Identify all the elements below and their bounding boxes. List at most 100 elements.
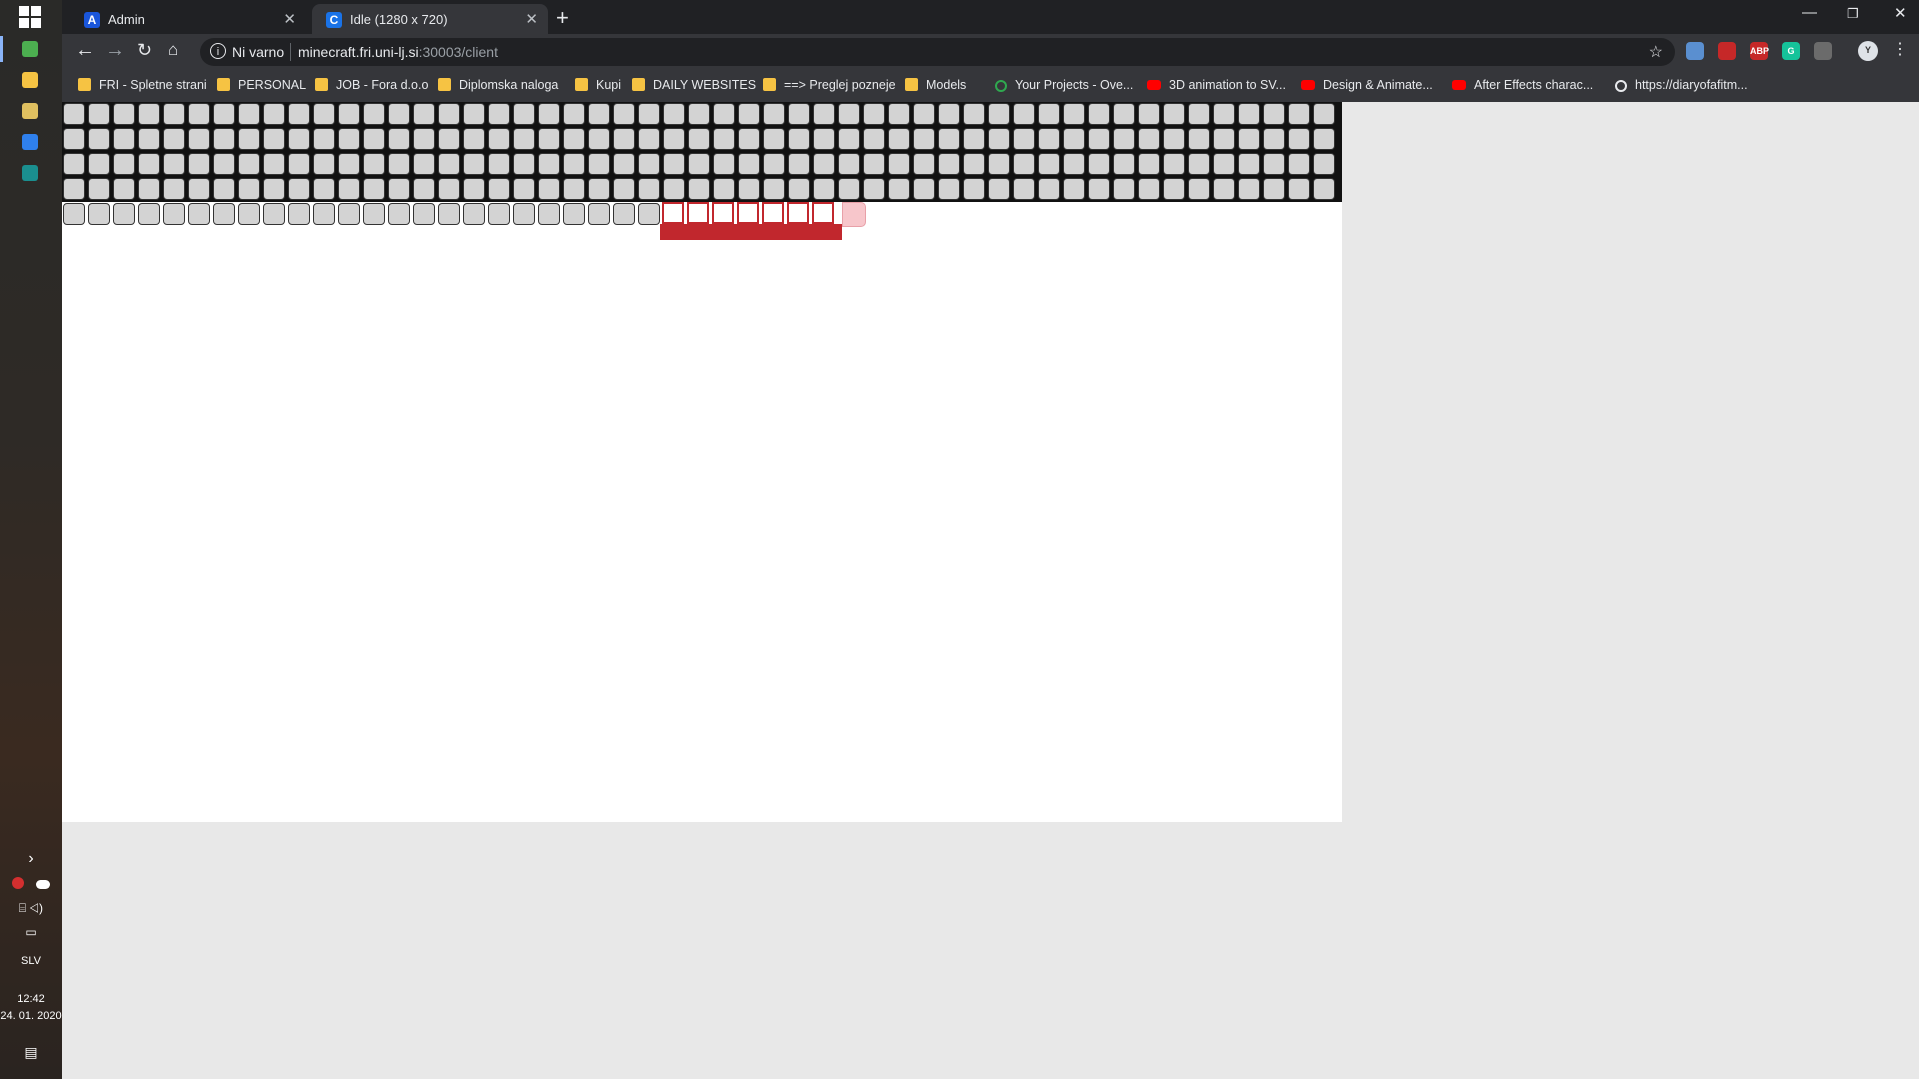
inventory-slot[interactable]	[1288, 128, 1310, 150]
inventory-slot[interactable]	[1263, 153, 1285, 175]
bookmark-star-icon[interactable]: ☆	[1649, 42, 1663, 62]
inventory-slot[interactable]	[263, 103, 285, 125]
inventory-slot[interactable]	[413, 103, 435, 125]
inventory-slot[interactable]	[1013, 128, 1035, 150]
inventory-slot[interactable]	[688, 153, 710, 175]
inventory-slot[interactable]	[88, 128, 110, 150]
inventory-slot[interactable]	[638, 203, 660, 225]
inventory-slot[interactable]	[1113, 103, 1135, 125]
bookmark-item[interactable]: Diplomska naloga	[438, 78, 558, 92]
inventory-slot[interactable]	[738, 153, 760, 175]
hotbar-slot-5[interactable]	[787, 202, 809, 224]
inventory-slot[interactable]	[938, 178, 960, 200]
inventory-slot[interactable]	[388, 178, 410, 200]
inventory-slot[interactable]	[763, 128, 785, 150]
inventory-slot[interactable]	[788, 178, 810, 200]
inventory-slot[interactable]	[438, 128, 460, 150]
inventory-slot[interactable]	[538, 203, 560, 225]
inventory-slot[interactable]	[813, 178, 835, 200]
bookmark-item[interactable]: ==> Preglej pozneje	[763, 78, 896, 92]
new-tab-button[interactable]: +	[556, 5, 569, 31]
restore-button[interactable]: ❐	[1847, 6, 1859, 22]
inventory-slot[interactable]	[488, 128, 510, 150]
inventory-slot[interactable]	[1088, 178, 1110, 200]
inventory-slot[interactable]	[213, 178, 235, 200]
inventory-slot[interactable]	[863, 128, 885, 150]
bookmark-item[interactable]: 3D animation to SV...	[1147, 78, 1286, 92]
inventory-slot[interactable]	[963, 103, 985, 125]
inventory-slot[interactable]	[413, 178, 435, 200]
inventory-slot[interactable]	[388, 153, 410, 175]
bookmark-item[interactable]: After Effects charac...	[1452, 78, 1593, 92]
inventory-slot[interactable]	[513, 178, 535, 200]
inventory-slot[interactable]	[713, 178, 735, 200]
inventory-slot[interactable]	[688, 128, 710, 150]
mega-icon[interactable]	[12, 877, 25, 889]
inventory-slot[interactable]	[363, 153, 385, 175]
inventory-slot[interactable]	[1038, 178, 1060, 200]
inventory-slot[interactable]	[538, 128, 560, 150]
inventory-slot[interactable]	[463, 153, 485, 175]
inventory-slot[interactable]	[963, 153, 985, 175]
inventory-slot[interactable]	[63, 103, 85, 125]
inventory-slot[interactable]	[1038, 103, 1060, 125]
inventory-slot[interactable]	[413, 128, 435, 150]
inventory-slot[interactable]	[513, 203, 535, 225]
inventory-slot[interactable]	[613, 203, 635, 225]
inventory-slot[interactable]	[1063, 153, 1085, 175]
inventory-slot[interactable]	[88, 153, 110, 175]
inventory-slot[interactable]	[238, 103, 260, 125]
inventory-slot[interactable]	[913, 153, 935, 175]
inventory-slot[interactable]	[663, 153, 685, 175]
inventory-slot[interactable]	[1013, 178, 1035, 200]
bookmark-item[interactable]: Kupi	[575, 78, 621, 92]
chrome-menu-icon[interactable]: ⋮	[1892, 40, 1908, 60]
security-label[interactable]: Ni varno	[232, 44, 284, 60]
inventory-slot[interactable]	[663, 178, 685, 200]
inventory-slot[interactable]	[563, 153, 585, 175]
inventory-slot[interactable]	[188, 153, 210, 175]
inventory-slot[interactable]	[213, 153, 235, 175]
tab-idle[interactable]: C Idle (1280 x 720) ✕	[312, 4, 548, 34]
inventory-slot[interactable]	[538, 178, 560, 200]
hotbar-slot-0[interactable]	[662, 202, 684, 224]
inventory-slot[interactable]	[288, 178, 310, 200]
inventory-slot[interactable]	[663, 103, 685, 125]
inventory-slot[interactable]	[963, 178, 985, 200]
ext-2-icon[interactable]	[1718, 42, 1736, 60]
inventory-slot[interactable]	[613, 103, 635, 125]
forward-button[interactable]: →	[105, 40, 125, 60]
hotbar-slot-2[interactable]	[712, 202, 734, 224]
inventory-slot[interactable]	[1188, 153, 1210, 175]
inventory-slot[interactable]	[888, 103, 910, 125]
inventory-slot[interactable]	[388, 203, 410, 225]
hotbar-slot-6[interactable]	[812, 202, 834, 224]
inventory-slot[interactable]	[988, 153, 1010, 175]
inventory-slot[interactable]	[1188, 178, 1210, 200]
inventory-slot[interactable]	[513, 128, 535, 150]
inventory-slot[interactable]	[638, 178, 660, 200]
inventory-slot[interactable]	[163, 203, 185, 225]
inventory-slot[interactable]	[338, 153, 360, 175]
bookmark-item[interactable]: Models	[905, 78, 966, 92]
clock-time[interactable]: 12:42	[0, 993, 62, 1005]
inventory-slot[interactable]	[438, 153, 460, 175]
inventory-slot[interactable]	[813, 153, 835, 175]
inventory-slot[interactable]	[1288, 103, 1310, 125]
display-icon[interactable]: ▭	[0, 925, 62, 939]
inventory-slot[interactable]	[913, 103, 935, 125]
inventory-slot[interactable]	[188, 103, 210, 125]
inventory-slot[interactable]	[113, 128, 135, 150]
inventory-slot[interactable]	[238, 153, 260, 175]
inventory-slot[interactable]	[1263, 128, 1285, 150]
inventory-slot[interactable]	[988, 103, 1010, 125]
inventory-slot[interactable]	[563, 203, 585, 225]
inventory-slot[interactable]	[363, 178, 385, 200]
inventory-slot[interactable]	[88, 103, 110, 125]
taskbar-chrome-icon[interactable]	[0, 34, 62, 64]
inventory-slot[interactable]	[1213, 178, 1235, 200]
inventory-slot[interactable]	[288, 153, 310, 175]
inventory-slot[interactable]	[688, 178, 710, 200]
taskbar-file-explorer-icon[interactable]	[0, 65, 62, 95]
inventory-slot[interactable]	[513, 103, 535, 125]
